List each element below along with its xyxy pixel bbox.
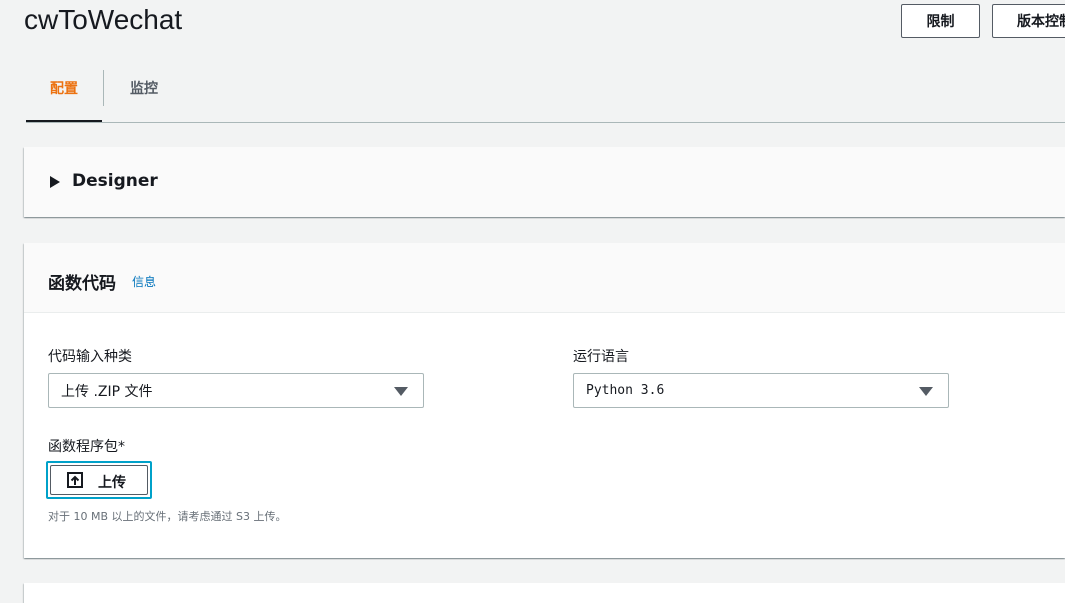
- upload-button[interactable]: 上传: [46, 461, 152, 499]
- page-title: cwToWechat: [24, 4, 183, 35]
- code-entry-value: 上传 .ZIP 文件: [61, 383, 153, 400]
- package-label: 函数程序包*: [48, 439, 125, 455]
- dropdown-arrow-icon: [919, 387, 933, 396]
- throttle-button[interactable]: 限制: [901, 4, 980, 38]
- tab-bar: 配置 监控: [26, 56, 1065, 123]
- function-code-header: 函数代码 信息: [24, 243, 1065, 313]
- info-link[interactable]: 信息: [132, 273, 156, 290]
- tab-monitoring[interactable]: 监控: [104, 56, 184, 120]
- runtime-value: Python 3.6: [586, 383, 665, 398]
- next-panel: [24, 583, 1065, 603]
- upload-icon: [67, 472, 83, 488]
- designer-title[interactable]: Designer: [72, 171, 158, 191]
- code-entry-label: 代码输入种类: [48, 349, 132, 365]
- code-entry-type-select[interactable]: 上传 .ZIP 文件: [48, 373, 424, 408]
- caret-right-icon[interactable]: [50, 176, 60, 188]
- upload-button-label: 上传: [98, 475, 126, 491]
- function-code-title: 函数代码: [48, 274, 116, 294]
- upload-hint: 对于 10 MB 以上的文件，请考虑通过 S3 上传。: [48, 510, 287, 523]
- tab-configuration[interactable]: 配置: [26, 56, 102, 122]
- runtime-label: 运行语言: [573, 349, 629, 365]
- function-code-panel: 函数代码 信息 代码输入种类 上传 .ZIP 文件 运行语言 Python 3.…: [24, 243, 1065, 558]
- runtime-select[interactable]: Python 3.6: [573, 373, 949, 408]
- versions-button[interactable]: 版本控制: [992, 4, 1065, 38]
- designer-panel[interactable]: Designer: [24, 147, 1065, 217]
- dropdown-arrow-icon: [394, 387, 408, 396]
